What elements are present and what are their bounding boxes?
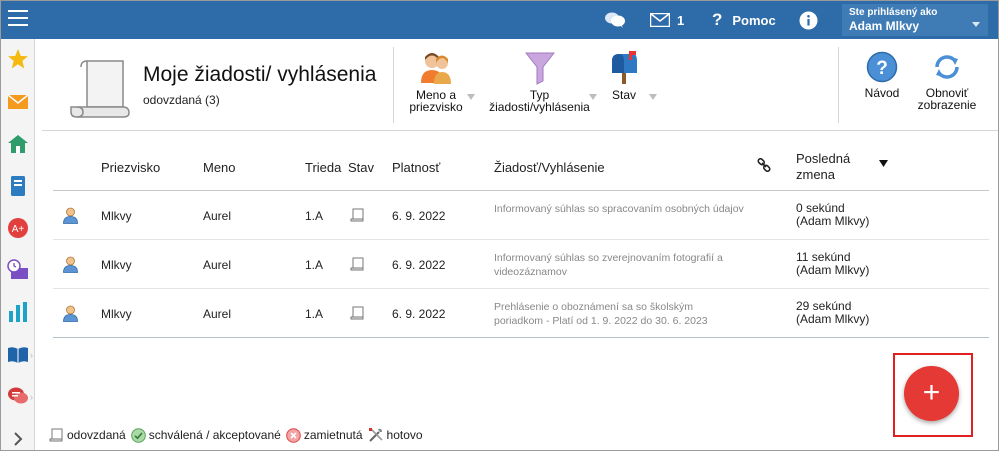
page-title: Moje žiadosti/ vyhlásenia xyxy=(143,63,377,86)
document-scroll-icon xyxy=(70,60,130,118)
mail-icon[interactable] xyxy=(7,91,29,113)
svg-text:A+: A+ xyxy=(12,224,25,235)
filter-type[interactable]: Typ žiadosti/vyhlásenia xyxy=(482,51,597,113)
cell-name: Aurel xyxy=(203,209,232,223)
x-circle-icon xyxy=(286,427,301,443)
mailbox-icon xyxy=(612,51,637,84)
question-icon: ? xyxy=(712,10,723,29)
cell-request[interactable]: Informovaný súhlas so zverejnovaním foto… xyxy=(494,251,744,279)
cell-last-change: 11 sekúnd (Adam Mlkvy) xyxy=(796,250,870,277)
table-row[interactable]: Mlkvy Aurel 1.A 6. 9. 2022 Informovaný s… xyxy=(53,191,989,240)
cell-validity: 6. 9. 2022 xyxy=(392,209,446,223)
legend-approved: schválená / akceptované xyxy=(130,427,281,443)
expand-sidebar-icon[interactable] xyxy=(7,428,29,450)
home-icon[interactable] xyxy=(7,133,29,155)
page-header: Moje žiadosti/ vyhlásenia odovzdaná (3) … xyxy=(42,39,998,131)
status-legend: odovzdaná schválená / akceptované zamiet… xyxy=(49,425,428,445)
submitted-document-icon xyxy=(49,428,63,442)
cell-surname: Mlkvy xyxy=(101,258,132,272)
cell-validity: 6. 9. 2022 xyxy=(392,307,446,321)
divider xyxy=(838,47,839,123)
sidebar: A+ › › xyxy=(1,39,35,450)
table-header: Priezvisko Meno Trieda Stav Platnosť Žia… xyxy=(53,139,989,191)
link-icon[interactable] xyxy=(757,158,771,172)
cell-name: Aurel xyxy=(203,258,232,272)
chat-icon[interactable] xyxy=(604,1,626,39)
hamburger-menu-icon[interactable] xyxy=(8,10,28,28)
cell-validity: 6. 9. 2022 xyxy=(392,258,446,272)
top-bar: 1 ? Pomoc Ste prihlásený ako Adam Mlkvy xyxy=(1,1,998,39)
help-button[interactable]: ? Pomoc xyxy=(712,1,776,39)
chevron-right-icon: › xyxy=(30,350,33,360)
legend-submitted: odovzdaná xyxy=(49,428,126,442)
cell-request[interactable]: Prehlásenie o oboznámení sa so školským … xyxy=(494,300,744,328)
page-subtitle: odovzdaná (3) xyxy=(143,93,220,107)
cell-name: Aurel xyxy=(203,307,232,321)
col-validity[interactable]: Platnosť xyxy=(392,160,440,175)
legend-done: hotovo xyxy=(368,427,423,443)
divider xyxy=(393,47,394,123)
cell-last-change: 29 sekúnd (Adam Mlkvy) xyxy=(796,299,870,326)
chevron-right-icon: › xyxy=(30,392,33,402)
col-class[interactable]: Trieda xyxy=(305,160,341,175)
cell-last-change: 0 sekúnd (Adam Mlkvy) xyxy=(796,201,870,228)
help-circle-icon: ? xyxy=(866,51,898,83)
chevron-down-icon[interactable] xyxy=(649,94,657,100)
info-icon[interactable] xyxy=(799,1,818,39)
chevron-down-icon[interactable] xyxy=(589,94,597,100)
grades-icon[interactable]: A+ xyxy=(7,217,29,239)
messages-count: 1 xyxy=(677,12,685,28)
submitted-document-icon xyxy=(350,208,364,222)
cell-class: 1.A xyxy=(305,258,324,272)
cell-request[interactable]: Informovaný súhlas so spracovaním osobný… xyxy=(494,202,744,216)
manual-button[interactable]: ? Návod xyxy=(860,51,904,99)
refresh-button[interactable]: Obnoviť zobrazenie xyxy=(914,51,980,111)
col-request[interactable]: Žiadosť/Vyhlásenie xyxy=(494,160,605,175)
messages-button[interactable]: 1 xyxy=(650,1,684,39)
filter-status[interactable]: Stav xyxy=(608,51,640,101)
legend-rejected: zamietnutá xyxy=(286,427,363,443)
table-row[interactable]: Mlkvy Aurel 1.A 6. 9. 2022 Informovaný s… xyxy=(53,240,989,289)
chevron-down-icon[interactable] xyxy=(467,94,475,100)
user-menu[interactable]: Ste prihlásený ako Adam Mlkvy xyxy=(842,4,988,36)
cell-surname: Mlkvy xyxy=(101,209,132,223)
statistics-icon[interactable] xyxy=(7,301,29,323)
book-icon[interactable] xyxy=(7,343,29,365)
chat-bubbles-icon[interactable] xyxy=(7,385,29,407)
funnel-icon xyxy=(524,52,555,85)
user-avatar-icon xyxy=(63,256,78,273)
notebook-icon[interactable] xyxy=(7,175,29,197)
star-icon[interactable] xyxy=(7,48,29,70)
col-name[interactable]: Meno xyxy=(203,160,236,175)
user-avatar-icon xyxy=(63,305,78,322)
tools-icon xyxy=(368,428,383,442)
col-status[interactable]: Stav xyxy=(348,160,374,175)
cell-surname: Mlkvy xyxy=(101,307,132,321)
cell-class: 1.A xyxy=(305,209,324,223)
add-request-button[interactable]: + xyxy=(904,366,959,421)
check-circle-icon xyxy=(130,427,146,443)
svg-text:?: ? xyxy=(876,58,888,79)
cell-class: 1.A xyxy=(305,307,324,321)
users-icon xyxy=(421,53,451,84)
envelope-icon xyxy=(650,13,670,27)
schedule-icon[interactable] xyxy=(7,259,29,281)
chevron-down-icon xyxy=(972,22,980,27)
refresh-icon xyxy=(935,55,959,79)
user-avatar-icon xyxy=(63,207,78,224)
table-row[interactable]: Mlkvy Aurel 1.A 6. 9. 2022 Prehlásenie o… xyxy=(53,289,989,338)
sort-down-icon[interactable] xyxy=(879,160,888,168)
submitted-document-icon xyxy=(350,306,364,320)
app-window: 1 ? Pomoc Ste prihlásený ako Adam Mlkvy … xyxy=(0,0,999,451)
filter-name[interactable]: Meno a priezvisko xyxy=(401,51,471,113)
col-last-change[interactable]: Posledná zmena xyxy=(796,151,850,183)
submitted-document-icon xyxy=(350,257,364,271)
col-surname[interactable]: Priezvisko xyxy=(101,160,160,175)
